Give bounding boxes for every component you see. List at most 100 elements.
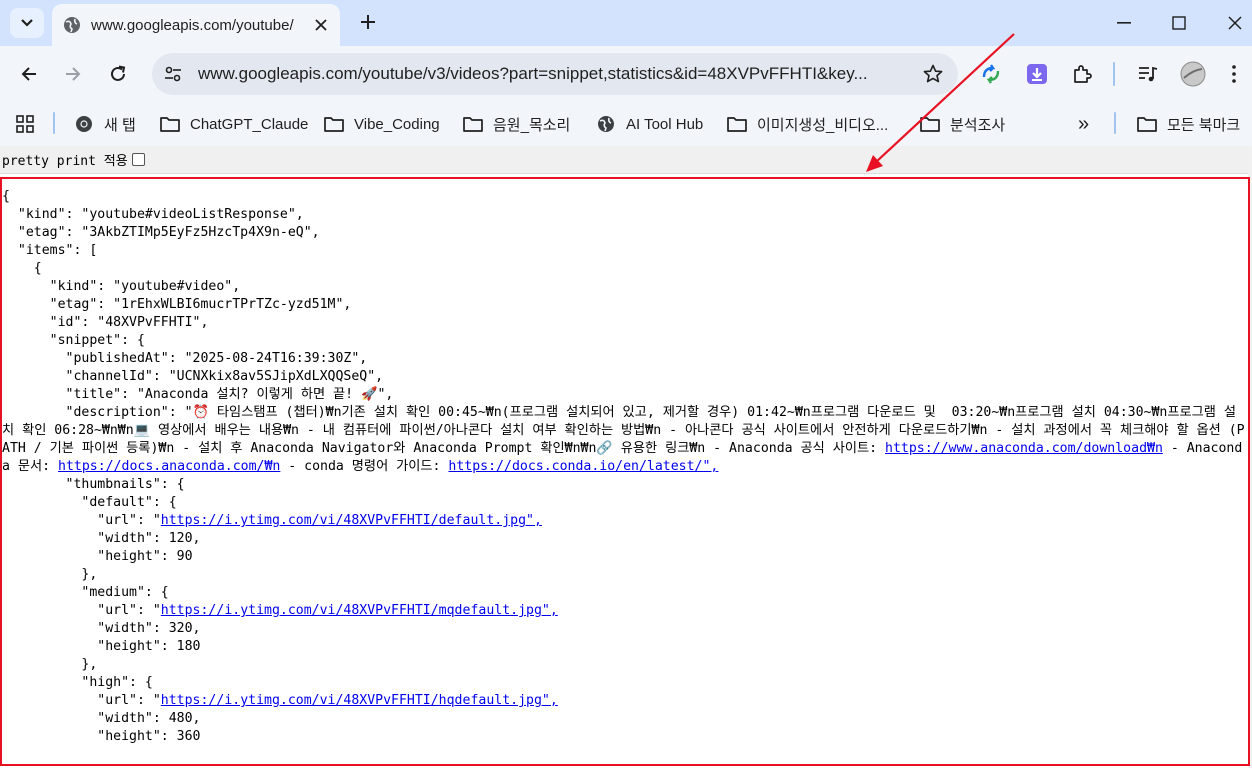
close-tab-icon[interactable] <box>311 15 331 35</box>
apps-button[interactable] <box>16 111 34 137</box>
folder-icon <box>160 115 180 133</box>
bookmark-new-tab[interactable]: 새 탭 <box>74 111 136 137</box>
folder-icon <box>324 115 344 133</box>
toolbar-divider <box>1113 62 1115 86</box>
json-line: "etag": "1rEhxWLBI6mucrTPrTZc-yzd51M", <box>2 297 352 312</box>
description-body: - conda 명령어 가이드: <box>280 459 449 474</box>
bookmark-label: ChatGPT_Claude <box>190 115 309 133</box>
json-line: "height": 180 <box>2 639 201 654</box>
pretty-print-label: pretty print 적용 <box>2 154 128 169</box>
address-bar[interactable]: www.googleapis.com/youtube/v3/videos?par… <box>152 53 958 95</box>
thumbnail-medium-link[interactable]: https://i.ytimg.com/vi/48XVPvFFHTI/mqdef… <box>161 603 558 618</box>
thumbnail-default-link[interactable]: https://i.ytimg.com/vi/48XVPvFFHTI/defau… <box>161 513 542 528</box>
bookmark-label: 모든 북마크 <box>1167 116 1241 134</box>
json-line: "items": [ <box>2 243 98 258</box>
json-line: "kind": "youtube#video", <box>2 279 241 294</box>
new-tab-button[interactable] <box>356 10 380 34</box>
thumbnail-high-link[interactable]: https://i.ytimg.com/vi/48XVPvFFHTI/hqdef… <box>161 693 558 708</box>
reload-icon <box>111 65 126 81</box>
json-line: "thumbnails": { <box>2 477 185 492</box>
bookmark-audio-voice[interactable]: 음원_목소리 <box>463 111 570 137</box>
json-line: }, <box>2 567 98 582</box>
json-line: { <box>2 261 42 276</box>
bookmark-label: 이미지생성_비디오... <box>757 116 889 134</box>
site-info-icon[interactable] <box>162 63 184 85</box>
bookmarks-overflow-button[interactable]: » <box>1078 111 1089 137</box>
json-line: "url": " <box>2 693 161 708</box>
json-line: "high": { <box>2 675 153 690</box>
bookmarks-divider <box>53 112 55 134</box>
extensions-button[interactable] <box>1067 59 1097 89</box>
bookmark-label: Vibe_Coding <box>354 115 440 133</box>
bookmark-label: 분석조사 <box>950 116 1006 134</box>
back-button[interactable] <box>14 59 44 89</box>
bookmark-star-icon[interactable] <box>922 63 944 85</box>
scrollbar-track[interactable] <box>1248 146 1252 768</box>
maximize-button[interactable] <box>1159 8 1199 38</box>
close-icon <box>1228 16 1242 30</box>
json-line: "channelId": "UCNXkix8av5SJipXdLXQQSeQ", <box>2 369 384 384</box>
bookmark-image-video[interactable]: 이미지생성_비디오... <box>727 111 888 137</box>
json-line: "url": " <box>2 603 161 618</box>
bookmark-ai-tool-hub[interactable]: AI Tool Hub <box>596 111 703 137</box>
url-text[interactable]: www.googleapis.com/youtube/v3/videos?par… <box>198 64 908 84</box>
chrome-icon <box>74 115 94 133</box>
bookmarks-bar: 새 탭 ChatGPT_Claude Vibe_Coding 음원_목소리 AI… <box>0 102 1252 146</box>
folder-icon <box>727 115 747 133</box>
pretty-print-checkbox[interactable] <box>131 153 145 166</box>
folder-icon <box>920 115 940 133</box>
profile-button[interactable] <box>1178 59 1208 89</box>
json-text: { "kind": "youtube#videoListResponse", "… <box>0 174 1248 746</box>
media-control-button[interactable] <box>1133 59 1163 89</box>
arrow-left-icon <box>21 67 36 81</box>
bookmark-label: 음원_목소리 <box>493 116 571 134</box>
maximize-icon <box>1172 16 1186 30</box>
json-line: "kind": "youtube#videoListResponse", <box>2 207 304 222</box>
bookmark-analysis[interactable]: 분석조사 <box>920 111 1005 137</box>
conda-guide-link[interactable]: https://docs.conda.io/en/latest/", <box>448 459 718 474</box>
bookmark-chatgpt-claude[interactable]: ChatGPT_Claude <box>160 111 308 137</box>
active-tab[interactable]: www.googleapis.com/youtube/ <box>52 4 340 46</box>
json-line: "width": 320, <box>2 621 201 636</box>
json-line: "width": 480, <box>2 711 201 726</box>
globe-icon <box>63 16 81 34</box>
arrow-right-icon <box>66 67 81 81</box>
minimize-button[interactable] <box>1104 8 1144 38</box>
json-line: "medium": { <box>2 585 169 600</box>
json-line: "url": " <box>2 513 161 528</box>
folder-icon <box>1137 115 1157 133</box>
all-bookmarks-folder[interactable]: 모든 북마크 <box>1137 111 1240 137</box>
sync-extension-icon <box>982 64 1000 84</box>
puzzle-icon <box>1074 65 1092 83</box>
json-line: "width": 120, <box>2 531 201 546</box>
minimize-icon <box>1117 22 1131 24</box>
toolbar: www.googleapis.com/youtube/v3/videos?par… <box>0 46 1252 102</box>
anaconda-download-link[interactable]: https://www.anaconda.com/download₩n <box>885 441 1163 456</box>
json-line: "height": 90 <box>2 549 193 564</box>
json-line: "publishedAt": "2025-08-24T16:39:30Z", <box>2 351 368 366</box>
bookmarks-divider <box>1114 112 1116 134</box>
chevron-down-icon <box>21 19 33 27</box>
forward-button[interactable] <box>58 59 88 89</box>
playlist-music-icon <box>1139 66 1158 82</box>
extension-sync-button[interactable] <box>976 59 1006 89</box>
close-window-button[interactable] <box>1215 8 1252 38</box>
bookmark-label: AI Tool Hub <box>626 115 704 133</box>
extension-download-button[interactable] <box>1022 59 1052 89</box>
json-line: "id": "48XVPvFFHTI", <box>2 315 209 330</box>
bookmark-label: 새 탭 <box>104 116 136 134</box>
tab-strip: www.googleapis.com/youtube/ <box>0 0 1252 46</box>
json-line: "title": "Anaconda 설치? 이렇게 하면 끝! 🚀", <box>2 387 394 402</box>
bookmark-vibe-coding[interactable]: Vibe_Coding <box>324 111 440 137</box>
reload-button[interactable] <box>103 59 133 89</box>
globe-icon <box>596 115 616 133</box>
avatar-icon <box>1180 61 1206 87</box>
download-extension-icon <box>1027 64 1047 84</box>
tab-search-button[interactable] <box>10 8 44 38</box>
menu-button[interactable] <box>1224 59 1244 89</box>
tab-title: www.googleapis.com/youtube/ <box>91 16 294 34</box>
anaconda-docs-link[interactable]: https://docs.anaconda.com/₩n <box>58 459 280 474</box>
json-line: "etag": "3AkbZTIMp5EyFz5HzcTp4X9n-eQ", <box>2 225 320 240</box>
apps-grid-icon <box>16 115 34 133</box>
json-line: "height": 360 <box>2 729 201 744</box>
